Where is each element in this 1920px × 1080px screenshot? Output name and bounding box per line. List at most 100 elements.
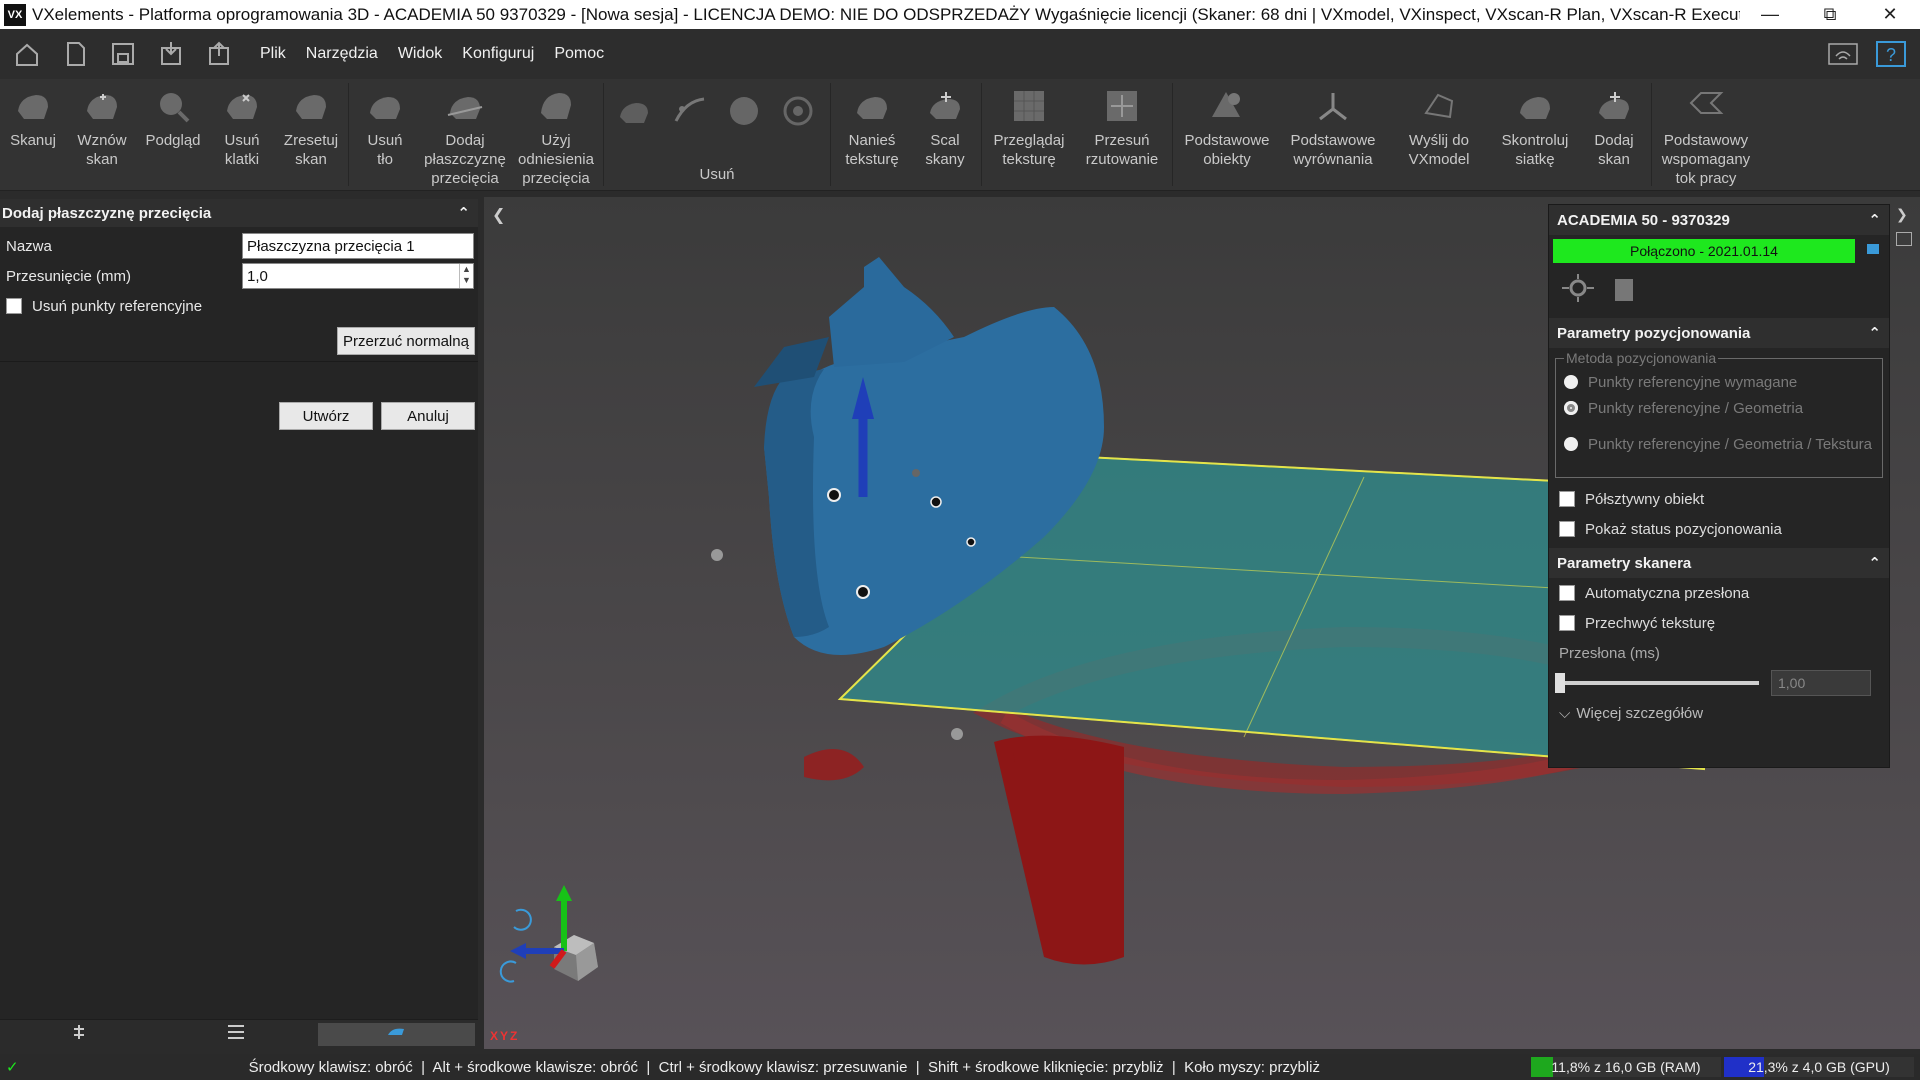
basic-objects-button[interactable]: Podstawowe obiekty [1175,79,1279,190]
disconnect-icon[interactable] [1863,241,1881,262]
scanner-settings-icon[interactable] [1561,273,1595,308]
delete-isolated-icon[interactable] [670,93,710,134]
remove-targets-label: Usuń punkty referencyjne [32,297,203,315]
add-scan-button[interactable]: Dodaj skan [1579,79,1649,190]
export-icon[interactable] [198,33,240,75]
merge-scans-icon [925,87,965,127]
auto-shutter-row[interactable]: Automatyczna przesłona [1549,578,1889,608]
check-mesh-icon [1515,87,1555,127]
collapse-positioning-icon[interactable]: ⌃ [1868,324,1881,342]
shutter-value[interactable]: 1,00 [1771,670,1871,696]
capture-texture-row[interactable]: Przechwyć teksturę [1549,608,1889,638]
delete-sphere-icon[interactable] [724,93,764,134]
create-button[interactable]: Utwórz [279,402,373,430]
method-option-2[interactable]: Punkty referencyjne / Geometria [1556,395,1882,421]
flip-normal-button[interactable]: Przerzuć normalną [337,327,475,355]
tool-tab[interactable] [317,1023,475,1046]
new-file-icon[interactable] [54,33,96,75]
more-details-row[interactable]: ⌵ Więcej szczegółów [1549,698,1889,728]
delete-frames-button[interactable]: Usuń klatki [208,79,276,190]
preview-button[interactable]: Podgląd [138,79,208,190]
list-icon [226,1023,246,1046]
scan-button[interactable]: Skanuj [0,79,66,190]
shutter-slider[interactable] [1555,673,1759,693]
remove-targets-checkbox[interactable] [6,298,22,314]
resume-scan-button[interactable]: Wznów skan [66,79,138,190]
slider-thumb[interactable] [1555,673,1565,693]
scanner-device-icon[interactable] [1609,273,1639,308]
basic-alignment-button[interactable]: Podstawowe wyrównania [1279,79,1387,190]
ribbon-toolbar: Skanuj Wznów skan Podgląd Usuń klatki Zr… [0,79,1920,191]
delete-tools-group: Usuń [606,79,828,190]
menu-plik[interactable]: Plik [260,45,286,63]
panel-toggle-icon[interactable] [1896,232,1912,246]
home-icon[interactable] [6,33,48,75]
semi-rigid-checkbox[interactable] [1559,491,1575,507]
shutter-label: Przesłona (ms) [1559,644,1660,662]
use-cut-reference-button[interactable]: Użyj odniesienia przecięcia [511,79,601,190]
tree-tab[interactable] [0,1020,157,1049]
collapse-left-icon[interactable]: ❮ [492,205,505,225]
capture-texture-checkbox[interactable] [1559,615,1575,631]
collapse-params-icon[interactable]: ⌃ [1868,554,1881,572]
menu-narzedzia[interactable]: Narzędzia [306,45,378,63]
browse-texture-button[interactable]: Przeglądaj teksturę [984,79,1074,190]
cancel-button[interactable]: Anuluj [381,402,475,430]
delete-selection-icon[interactable] [616,93,656,134]
apply-texture-button[interactable]: Nanieś teksturę [833,79,911,190]
expand-right-icon[interactable]: ❯ [1896,206,1908,223]
collapse-scanner-icon[interactable]: ⌃ [1868,211,1881,229]
method-radio-2[interactable] [1564,401,1578,415]
ok-check-icon: ✓ [6,1059,19,1076]
reset-scan-button[interactable]: Zresetuj skan [276,79,346,190]
check-mesh-button[interactable]: Skontroluj siatkę [1491,79,1579,190]
save-icon[interactable] [102,33,144,75]
show-status-checkbox[interactable] [1559,521,1575,537]
help-icon[interactable]: ? [1870,33,1912,75]
merge-scans-button[interactable]: Scal skany [911,79,979,190]
use-cut-reference-icon [536,87,576,127]
workflow-button[interactable]: Podstawowy wspomagany tok pracy [1654,79,1758,190]
list-tab[interactable] [157,1020,314,1049]
send-vxmodel-button[interactable]: Wyślij do VXmodel [1387,79,1491,190]
show-status-row[interactable]: Pokaż status pozycjonowania [1549,514,1889,544]
delete-frames-icon [222,87,262,127]
gpu-usage: 21,3% z 4,0 GB (GPU) [1724,1057,1914,1077]
offset-spinbox[interactable]: 1,0 ▲ ▼ [242,263,474,289]
delete-target-icon[interactable] [778,93,818,134]
menu-bar: Plik Narzędzia Widok Konfiguruj Pomoc ? [0,29,1920,79]
menu-widok[interactable]: Widok [398,45,442,63]
orientation-cube-icon[interactable] [494,877,624,997]
restore-button[interactable]: ⧉ [1800,4,1860,25]
name-input[interactable]: Płaszczyzna przecięcia 1 [242,233,474,259]
add-scan-icon [1594,87,1634,127]
connection-icon[interactable] [1822,33,1864,75]
expand-circle-icon[interactable]: ⌵ [1559,705,1570,722]
remove-background-icon [365,87,405,127]
positioning-title: Parametry pozycjonowania [1557,324,1751,342]
remove-background-button[interactable]: Usuń tło [351,79,419,190]
scanner-header: ACADEMIA 50 - 9370329 ⌃ [1549,205,1889,235]
collapse-icon[interactable]: ⌃ [457,204,470,222]
panel-title: Dodaj płaszczyznę przecięcia [2,204,212,222]
method-option-3[interactable]: Punkty referencyjne / Geometria / Tekstu… [1556,431,1882,457]
close-button[interactable]: ✕ [1860,4,1920,25]
method-radio-3[interactable] [1564,437,1578,451]
auto-shutter-checkbox[interactable] [1559,585,1575,601]
menu-pomoc[interactable]: Pomoc [554,45,604,63]
basic-objects-icon [1207,87,1247,127]
menu-konfiguruj[interactable]: Konfiguruj [462,45,534,63]
move-projection-button[interactable]: Przesuń rzutowanie [1074,79,1170,190]
tree-icon [70,1023,88,1046]
minimize-button[interactable]: — [1740,4,1800,25]
delete-group-label: Usuń [699,166,735,183]
method-option-1[interactable]: Punkty referencyjne wymagane [1556,369,1882,395]
semi-rigid-row[interactable]: Półsztywny obiekt [1549,484,1889,514]
method-radio-1[interactable] [1564,375,1578,389]
spin-arrows-icon[interactable]: ▲ ▼ [459,264,473,288]
scanner-panel: ACADEMIA 50 - 9370329 ⌃ Połączono - 2021.… [1548,204,1890,768]
app-logo: VX [4,3,26,26]
add-cut-plane-button[interactable]: Dodaj płaszczyznę przecięcia [419,79,511,190]
import-icon[interactable] [150,33,192,75]
axis-label: XYZ [490,1029,520,1043]
